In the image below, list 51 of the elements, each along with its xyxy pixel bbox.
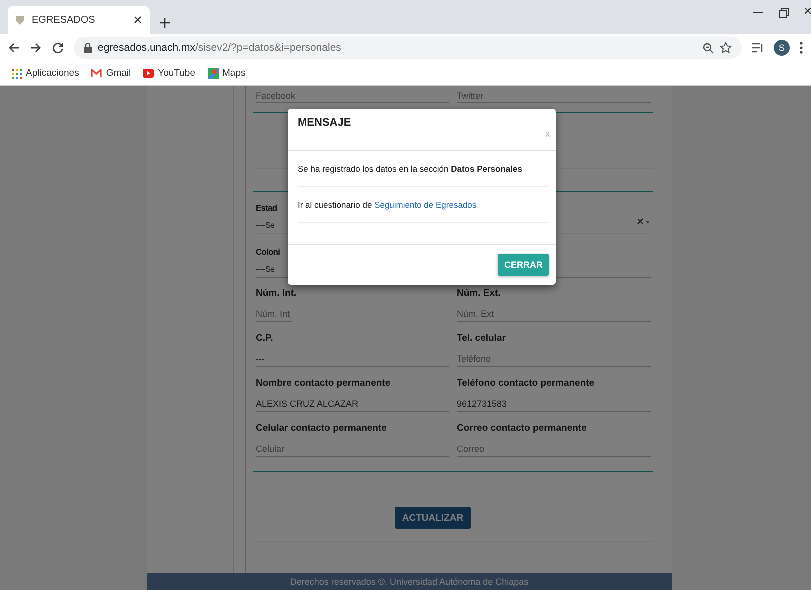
field-label: Celular contacto permanente bbox=[256, 422, 388, 436]
message-text: Se ha registrado los datos en la sección Datos Personales bbox=[298, 153, 549, 187]
bookmark-link[interactable]: YouTube bbox=[143, 68, 196, 79]
lock-icon bbox=[84, 43, 92, 53]
text-field[interactable]: Correo bbox=[457, 442, 651, 456]
apps-grid-icon bbox=[12, 68, 22, 78]
bookmark-link[interactable]: Gmail bbox=[91, 68, 132, 79]
clear-caret-icon[interactable] bbox=[637, 218, 651, 226]
menu-dots-icon[interactable] bbox=[800, 42, 803, 54]
field-label: Núm. Int. bbox=[256, 287, 298, 301]
restore-icon[interactable] bbox=[779, 8, 789, 18]
text-field[interactable]: Teléfono bbox=[457, 352, 651, 366]
field-label: Teléfono contacto permanente bbox=[457, 377, 596, 391]
map-pin-icon bbox=[208, 68, 218, 79]
text-field[interactable]: Núm. Ext bbox=[457, 308, 651, 322]
text-field[interactable]: Núm. Int bbox=[256, 308, 292, 322]
text-field[interactable]: 9612731583 bbox=[457, 398, 651, 412]
address-bar[interactable]: egresados.unach.mx/sisev2/?p=datos&i=personales bbox=[74, 37, 742, 59]
field-label: Coloni bbox=[256, 246, 280, 259]
text-field[interactable]: Celular bbox=[256, 442, 449, 456]
text-field[interactable]: --- bbox=[256, 352, 449, 366]
crest-icon bbox=[16, 16, 24, 24]
browser-tab[interactable]: EGRESADOS bbox=[8, 6, 150, 34]
back-arrow-icon[interactable] bbox=[8, 42, 20, 54]
dialog-title: MENSAJE bbox=[298, 117, 352, 129]
field-label: Nombre contacto permanente bbox=[256, 377, 392, 391]
field-label: Tel. celular bbox=[457, 332, 507, 346]
field-label: Núm. Ext. bbox=[457, 287, 502, 301]
link-sentence: Ir al cuestionario de Seguimiento de Egresados bbox=[298, 189, 549, 223]
envelope-m-icon bbox=[91, 69, 102, 78]
reload-icon[interactable] bbox=[52, 42, 64, 54]
field-label: C.P. bbox=[256, 332, 274, 346]
star-icon[interactable] bbox=[720, 42, 732, 54]
text-field[interactable]: ALEXIS CRUZ ALCAZAR bbox=[256, 398, 449, 412]
plus-icon[interactable] bbox=[160, 18, 170, 28]
questionnaire-link[interactable]: Seguimiento de Egresados bbox=[374, 200, 477, 210]
play-button-icon bbox=[143, 69, 154, 78]
url-text: egresados.unach.mx/sisev2/?p=datos&i=personales bbox=[98, 42, 342, 54]
text-field[interactable]: Twitter bbox=[457, 89, 651, 103]
field-label: Estad bbox=[256, 202, 278, 215]
field-label: Correo contacto permanente bbox=[457, 422, 588, 436]
update-button[interactable]: ACTUALIZAR bbox=[395, 507, 471, 529]
bookmark-link[interactable]: Aplicaciones bbox=[12, 68, 80, 79]
text-field[interactable]: Facebook bbox=[256, 89, 449, 103]
media-queue-icon[interactable] bbox=[752, 42, 764, 54]
profile-avatar[interactable]: S bbox=[774, 40, 790, 56]
bookmark-link[interactable]: Maps bbox=[208, 68, 246, 79]
copyright-text: Derechos reservados ©. Universidad Autónoma de Chiapas bbox=[290, 577, 529, 587]
close-icon[interactable] bbox=[134, 16, 142, 24]
zoom-icon[interactable] bbox=[703, 42, 714, 54]
forward-arrow-icon[interactable] bbox=[30, 42, 42, 54]
